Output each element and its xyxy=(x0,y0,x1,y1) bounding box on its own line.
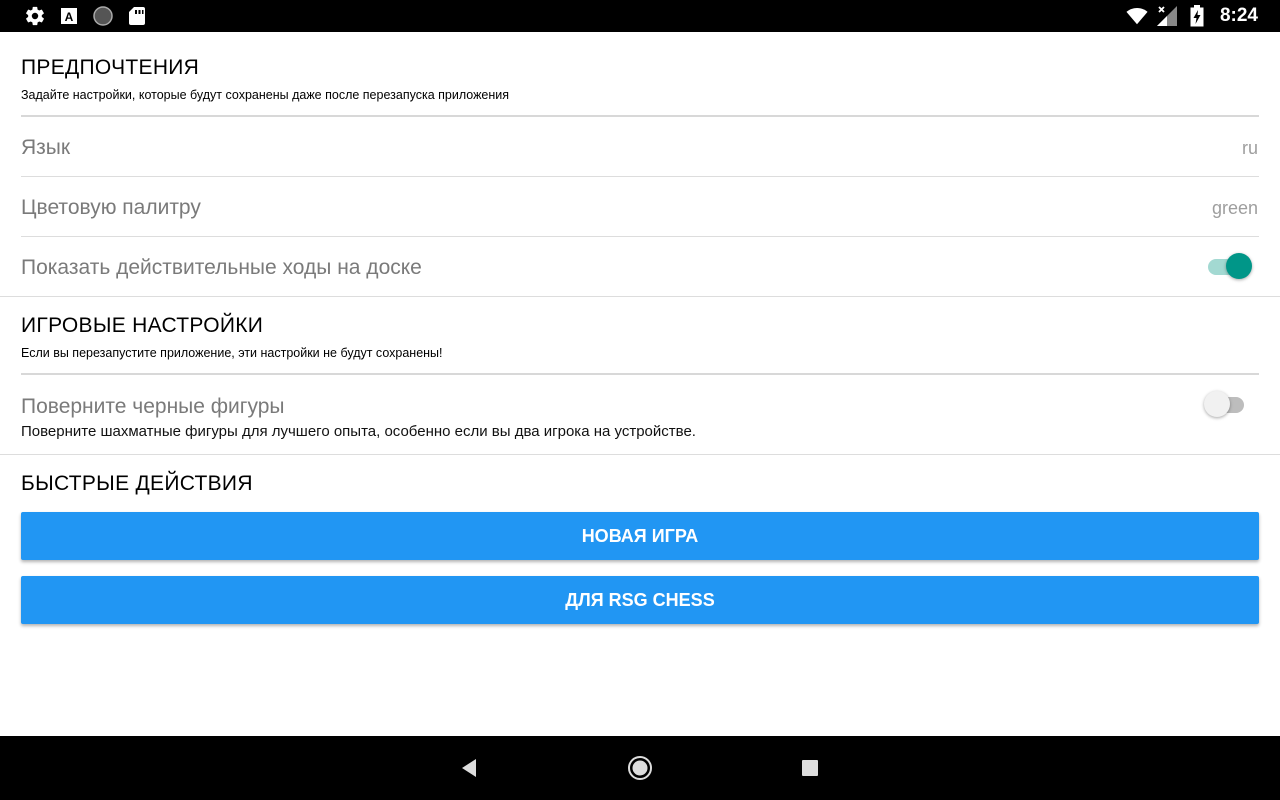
status-bar: A 8:24 xyxy=(0,0,1280,32)
signal-icon xyxy=(1156,5,1178,27)
sd-card-icon xyxy=(126,5,148,27)
status-bar-left: A xyxy=(24,5,148,27)
battery-icon xyxy=(1186,5,1208,27)
palette-preference[interactable]: Цветовую палитру green xyxy=(0,177,1280,236)
section-separator xyxy=(0,454,1280,455)
settings-icon xyxy=(24,5,46,27)
language-value: ru xyxy=(1241,138,1258,158)
clock: 8:24 xyxy=(1219,5,1258,26)
svg-text:A: A xyxy=(65,10,74,24)
language-preference[interactable]: Язык ru xyxy=(0,117,1280,176)
rotate-pieces-toggle[interactable] xyxy=(1204,390,1254,420)
back-icon[interactable] xyxy=(453,752,485,784)
rotate-pieces-summary: Поверните шахматные фигуры для лучшего о… xyxy=(21,423,696,440)
valid-moves-toggle[interactable] xyxy=(1206,252,1254,282)
settings-screen: ПРЕДПОЧТЕНИЯ Задайте настройки, которые … xyxy=(0,32,1280,736)
recents-icon[interactable] xyxy=(794,752,826,784)
rotate-pieces-label: Поверните черные фигуры xyxy=(21,395,285,418)
font-a-icon: A xyxy=(58,5,80,27)
section-title-game-settings: ИГРОВЫЕ НАСТРОЙКИ xyxy=(21,314,264,337)
palette-value: green xyxy=(1211,198,1258,218)
toggle-thumb xyxy=(1204,391,1230,417)
status-bar-right: 8:24 xyxy=(1126,0,1258,32)
language-label: Язык xyxy=(21,136,71,159)
toggle-thumb xyxy=(1226,253,1252,279)
section-subtitle-preferences: Задайте настройки, которые будут сохране… xyxy=(21,88,510,102)
new-game-button[interactable]: НОВАЯ ИГРА xyxy=(21,512,1259,560)
section-title-preferences: ПРЕДПОЧТЕНИЯ xyxy=(21,56,200,79)
wifi-icon xyxy=(1126,5,1148,27)
valid-moves-label: Показать действительные ходы на доске xyxy=(21,256,422,279)
about-rsg-chess-button[interactable]: ДЛЯ RSG CHESS xyxy=(21,576,1259,624)
section-separator xyxy=(0,296,1280,297)
navigation-bar xyxy=(0,736,1280,800)
rotate-pieces-preference[interactable]: Поверните черные фигуры Поверните шахмат… xyxy=(0,375,1280,453)
section-title-quick-actions: БЫСТРЫЕ ДЕЙСТВИЯ xyxy=(21,472,253,495)
palette-label: Цветовую палитру xyxy=(21,196,201,219)
valid-moves-preference[interactable]: Показать действительные ходы на доске xyxy=(0,237,1280,296)
home-icon[interactable] xyxy=(624,752,656,784)
circle-icon xyxy=(92,5,114,27)
section-subtitle-game-settings: Если вы перезапустите приложение, эти на… xyxy=(21,346,443,360)
